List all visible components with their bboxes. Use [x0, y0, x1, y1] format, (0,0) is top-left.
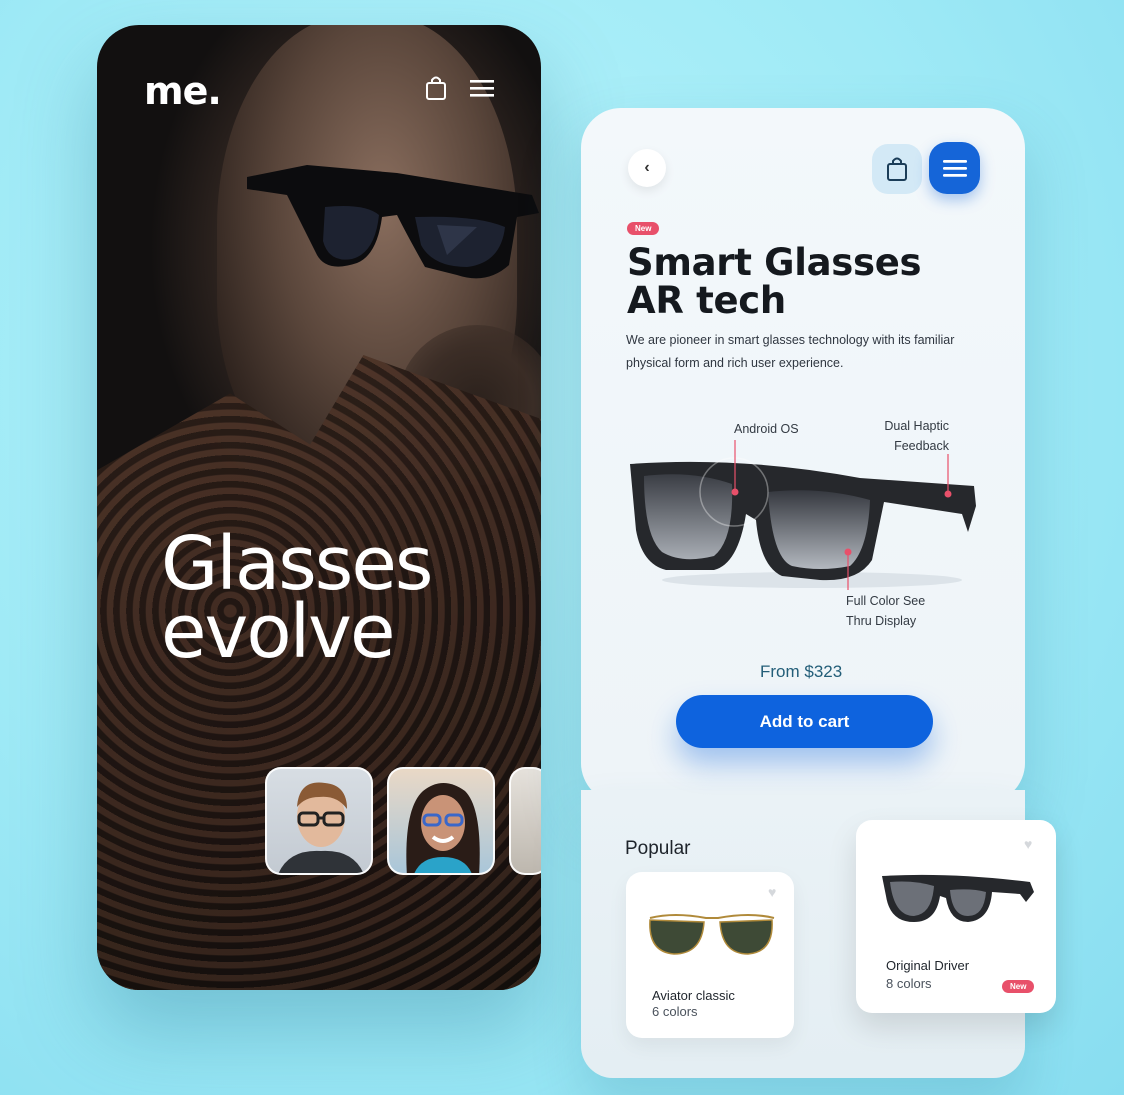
product-name: Aviator classic: [652, 988, 735, 1003]
product-card-original-driver[interactable]: ♥ Original Driver 8 colors New: [856, 820, 1056, 1013]
driver-glasses-image: [882, 874, 1034, 922]
shopping-bag-icon[interactable]: [425, 75, 447, 106]
product-colors: 6 colors: [652, 1004, 698, 1019]
cart-button[interactable]: [872, 144, 922, 194]
model-thumbnail[interactable]: [387, 767, 495, 875]
product-description: We are pioneer in smart glasses technolo…: [626, 333, 955, 370]
product-price: From $323: [760, 662, 843, 681]
product-name: Original Driver: [886, 958, 970, 973]
hero-screen: me. Glasses evolve: [97, 25, 541, 990]
shopping-bag-icon: [887, 157, 907, 181]
new-badge: New: [1002, 980, 1035, 993]
smart-glasses-image: [630, 440, 976, 590]
hero-title: Glasses evolve: [161, 521, 433, 675]
back-button[interactable]: ‹: [628, 149, 666, 187]
new-badge: New: [627, 222, 660, 235]
product-colors: 8 colors: [886, 976, 932, 991]
menu-icon[interactable]: [469, 78, 495, 103]
feature-android-os: Android OS: [734, 422, 799, 436]
heart-icon[interactable]: ♥: [768, 884, 776, 900]
model-thumbnail[interactable]: [265, 767, 373, 875]
model-thumbnail[interactable]: [509, 767, 541, 875]
heart-icon[interactable]: ♥: [1024, 836, 1032, 852]
popular-section-title: Popular: [625, 838, 691, 859]
model-thumbnails: [265, 767, 541, 875]
add-to-cart-button[interactable]: Add to cart: [676, 695, 933, 748]
aviator-glasses-image: [649, 914, 775, 955]
menu-button[interactable]: [929, 142, 980, 194]
chevron-left-icon: ‹: [644, 159, 650, 176]
product-title: Smart Glasses AR tech: [627, 241, 922, 322]
hero-sunglasses-image: [247, 165, 539, 279]
brand-logo[interactable]: me.: [144, 69, 222, 113]
feature-see-thru-display: Full Color See Thru Display: [846, 594, 926, 628]
product-card-aviator[interactable]: ♥ Aviator classic 6 colors: [626, 872, 794, 1038]
menu-icon: [942, 160, 967, 177]
